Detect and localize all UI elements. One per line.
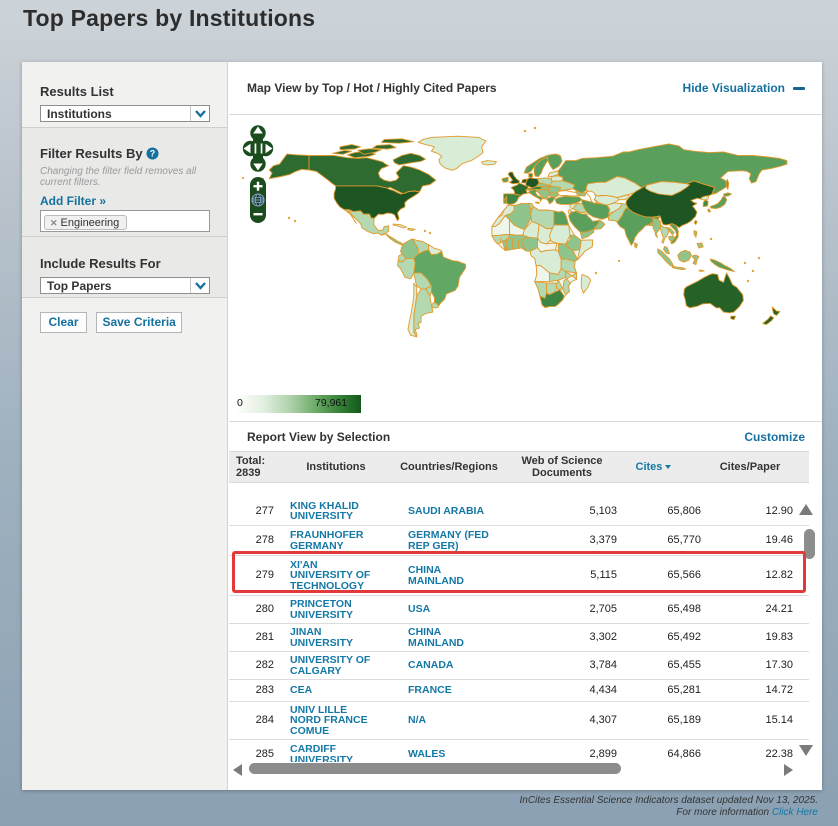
svg-text:?: ? [150,149,156,159]
